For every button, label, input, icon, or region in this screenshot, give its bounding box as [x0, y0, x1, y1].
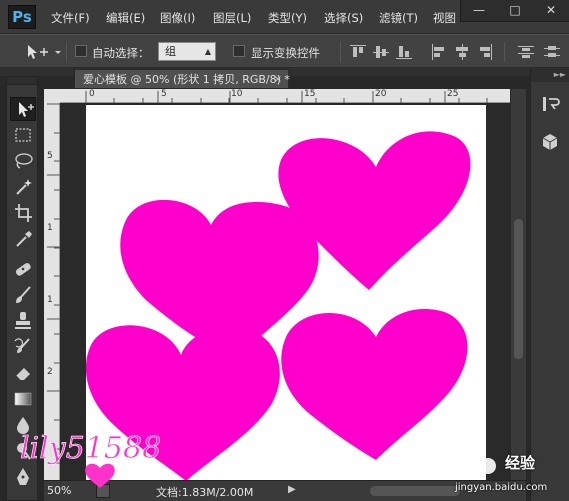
menu-layer[interactable]: 图层(L) [213, 10, 251, 26]
ruler-label: 10 [231, 89, 243, 99]
brush-tool[interactable] [10, 283, 36, 307]
3d-panel-button[interactable] [537, 130, 563, 154]
brush-icon [16, 286, 31, 303]
document-title: 爱心模板 @ 50% (形状 1 拷贝, RGB/8) * [83, 73, 290, 86]
menu-type[interactable]: 类型(Y) [268, 10, 307, 26]
minimize-icon[interactable]: — [461, 0, 497, 20]
history-panel-button[interactable] [537, 92, 563, 116]
ruler-label: 5 [161, 89, 167, 99]
distribute-vcenter-icon[interactable] [544, 44, 560, 60]
auto-select-dropdown[interactable]: 组 ▲ [158, 42, 216, 61]
stepper-icon: ▲ [204, 47, 211, 56]
menu-select[interactable]: 选择(S) [324, 10, 363, 26]
separator [66, 42, 67, 62]
panel-collapse-icon[interactable]: ►► [531, 68, 569, 82]
marquee-icon [15, 128, 31, 142]
menu-file[interactable]: 文件(F) [51, 10, 90, 26]
crop-icon [15, 204, 32, 222]
show-transform-label: 显示变换控件 [251, 46, 320, 60]
ruler-label: 20 [375, 89, 387, 99]
app-logo: Ps [8, 5, 36, 29]
menu-view[interactable]: 视图 [433, 10, 456, 26]
signature-watermark: lily51588 [20, 431, 161, 488]
eraser-icon [15, 368, 30, 381]
ruler-label: 1 [47, 223, 53, 233]
healing-brush-tool[interactable] [10, 257, 36, 281]
eyedropper-icon [16, 231, 32, 247]
history-brush-tool[interactable] [10, 335, 36, 359]
baidu-url: jingyan.baidu.com [455, 482, 548, 493]
auto-select-value: 组 [165, 45, 176, 58]
distribute-top-icon[interactable] [518, 44, 534, 60]
move-icon [19, 102, 34, 117]
menu-bar: Ps 文件(F) 编辑(E) 图像(I) 图层(L) 类型(Y) 选择(S) 滤… [0, 0, 569, 34]
ruler-origin[interactable] [44, 89, 60, 103]
maximize-icon[interactable]: □ [497, 0, 533, 20]
show-transform-checkbox[interactable] [233, 45, 245, 57]
close-icon[interactable]: ✕ [533, 0, 569, 20]
align-left-icon[interactable] [431, 44, 447, 60]
options-bar: 自动选择： 组 ▲ 显示变换控件 [0, 34, 569, 68]
align-bottom-icon[interactable] [396, 44, 412, 60]
vertical-scrollbar[interactable] [510, 89, 526, 480]
history-brush-icon [14, 338, 30, 353]
eyedropper-tool[interactable] [10, 227, 36, 251]
align-top-icon[interactable] [350, 44, 366, 60]
status-arrow-icon[interactable]: ▶ [288, 484, 296, 495]
auto-select-label: 自动选择： [92, 46, 150, 60]
ruler-label: 15 [304, 89, 316, 99]
heart-shape-bottom-right[interactable] [281, 309, 468, 460]
right-panel-dock: ►► [530, 68, 569, 501]
crop-tool[interactable] [10, 201, 36, 225]
svg-text:lily51588: lily51588 [20, 431, 161, 466]
history-icon [543, 97, 560, 111]
magic-wand-icon [16, 179, 32, 195]
cube-icon [542, 134, 558, 150]
gradient-tool[interactable] [10, 387, 36, 411]
ruler-label: 2 [47, 367, 53, 377]
auto-select-checkbox[interactable] [75, 45, 87, 57]
svg-text:Bai: Bai [442, 456, 474, 477]
ruler-ticks-h [85, 91, 488, 103]
move-tool[interactable] [10, 97, 36, 121]
bandage-icon [15, 263, 31, 276]
move-tool-preset-icon[interactable] [24, 43, 64, 61]
ruler-label: 0 [89, 89, 95, 99]
ruler-label: 25 [447, 89, 459, 99]
align-vcenter-icon[interactable] [373, 44, 389, 60]
menu-image[interactable]: 图像(I) [160, 10, 195, 26]
align-right-icon[interactable] [477, 44, 493, 60]
align-hcenter-icon[interactable] [454, 44, 470, 60]
ruler-label: 1 [47, 295, 53, 305]
close-tab-icon[interactable]: × [274, 70, 282, 89]
lasso-icon [15, 153, 33, 169]
gradient-icon [14, 392, 32, 406]
photoshop-window: Ps 文件(F) 编辑(E) 图像(I) 图层(L) 类型(Y) 选择(S) 滤… [0, 0, 569, 501]
lasso-tool[interactable] [10, 149, 36, 173]
menu-edit[interactable]: 编辑(E) [106, 10, 145, 26]
separator [340, 42, 341, 62]
quick-selection-tool[interactable] [10, 175, 36, 199]
clone-stamp-tool[interactable] [10, 309, 36, 333]
stamp-icon [15, 312, 31, 329]
baidu-brand: 经验 [505, 454, 536, 472]
vertical-scroll-thumb[interactable] [514, 219, 523, 359]
horizontal-ruler[interactable]: 0 5 10 15 20 25 [60, 89, 510, 103]
menu-filter[interactable]: 滤镜(T) [379, 10, 418, 26]
ruler-label: 5 [47, 151, 53, 161]
document-tab[interactable]: 爱心模板 @ 50% (形状 1 拷贝, RGB/8) * × [74, 69, 290, 89]
marquee-tool[interactable] [10, 123, 36, 147]
eraser-tool[interactable] [10, 361, 36, 385]
separator [504, 42, 505, 62]
window-controls: — □ ✕ [460, 0, 569, 22]
